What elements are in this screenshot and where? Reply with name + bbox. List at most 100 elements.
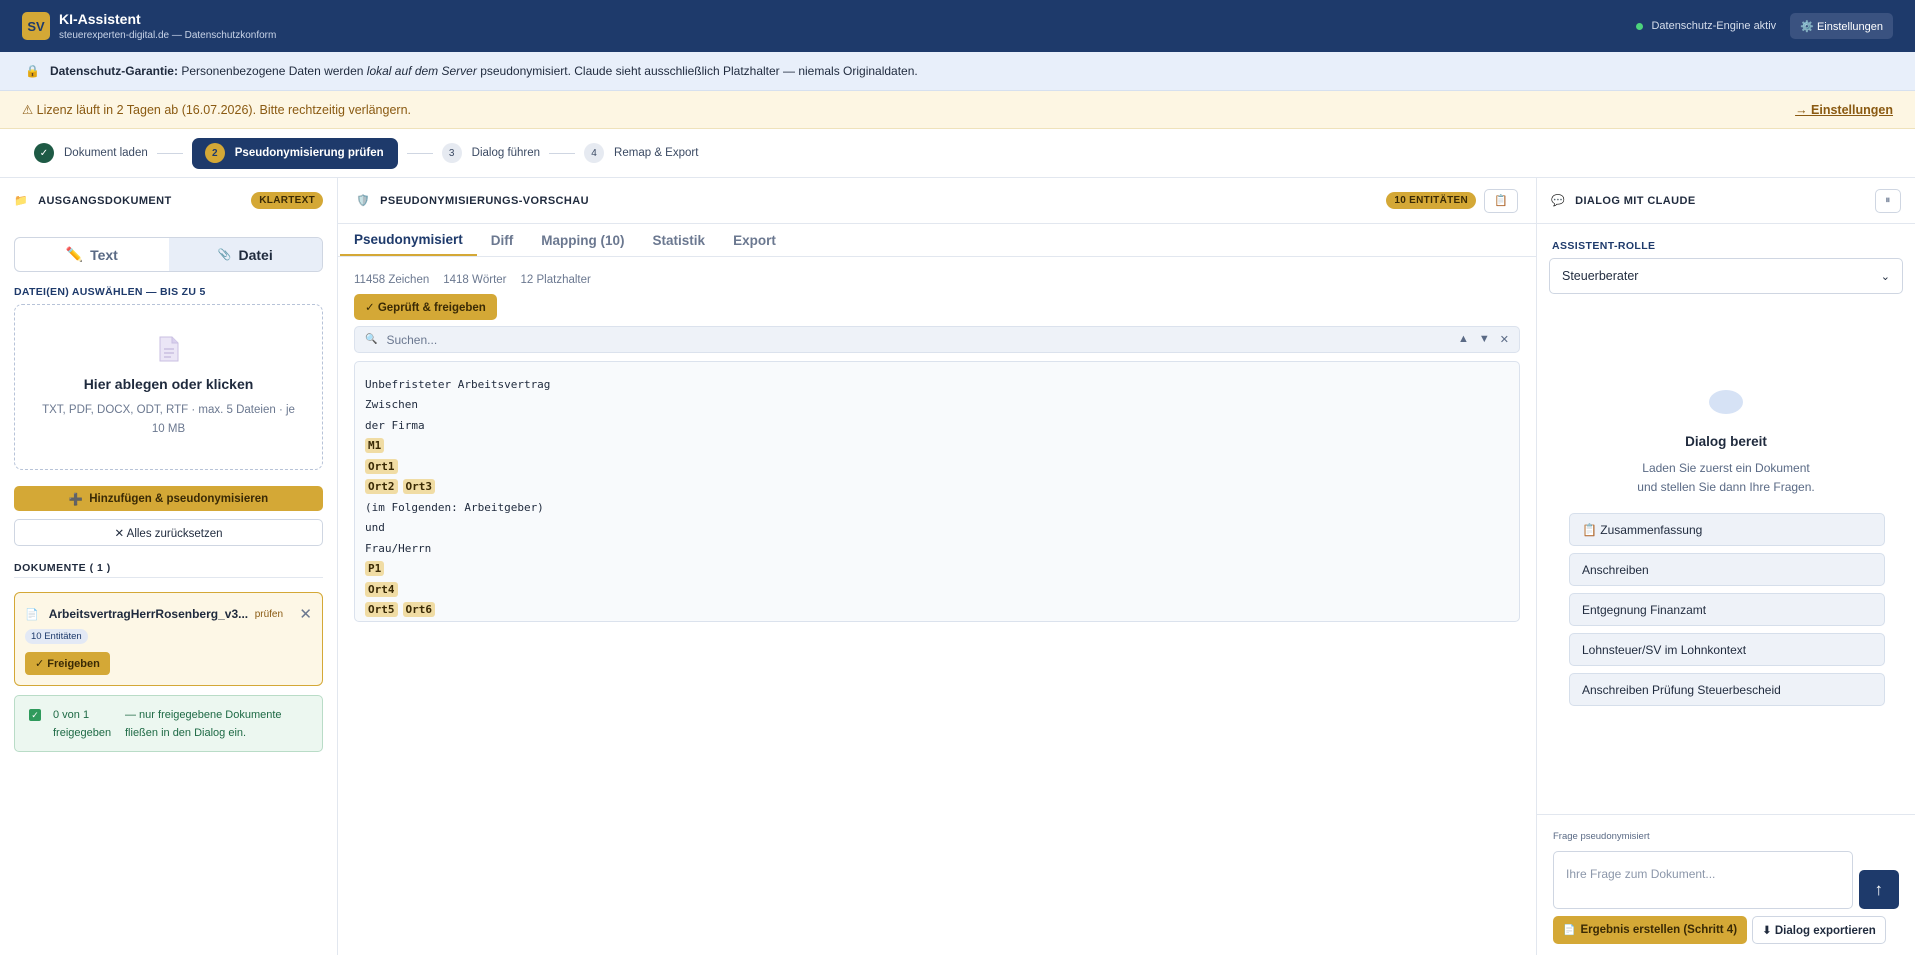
shield-icon: 🛡️ [356, 195, 371, 207]
placeholder-token: M1 [365, 438, 385, 454]
text-line: Frau/Herrn [365, 541, 432, 555]
step-1-label: Dokument laden [64, 147, 148, 159]
engine-status: Datenschutz-Engine aktiv [1636, 20, 1776, 32]
suggestion-summary[interactable]: 📋 Zusammenfassung [1569, 513, 1885, 546]
app-title: KI-Assistent [59, 11, 141, 27]
preview-panel-title: PSEUDONYMISIERUNGS-VORSCHAU [380, 194, 589, 207]
app-logo: SV [22, 12, 50, 40]
file-icon: 📄 [25, 608, 39, 621]
stepper: ✓ Dokument laden 2 Pseudonymisierung prü… [0, 129, 1915, 178]
pause-button[interactable]: ⏸ [1875, 188, 1901, 213]
clipboard-button[interactable]: 📋 [1484, 188, 1518, 213]
paperclip-icon: 📎 [217, 249, 232, 261]
plus-icon: ➕ [68, 493, 84, 506]
tab-export[interactable]: Export [719, 224, 790, 256]
role-select[interactable]: Steuerberater ⌄ [1549, 258, 1903, 294]
char-count: 11458 Zeichen [354, 274, 430, 286]
placeholder-token: Ort6 [402, 602, 435, 618]
word-count: 1418 Wörter [443, 274, 507, 286]
suggestion-tax-office-reply[interactable]: Entgegnung Finanzamt [1569, 593, 1885, 626]
speech-bubble-icon [1709, 390, 1743, 414]
suggestion-letter[interactable]: Anschreiben [1569, 553, 1885, 586]
send-button[interactable]: ↑ [1858, 870, 1899, 909]
search-icon: 🔍 [365, 334, 378, 345]
prev-match-icon[interactable]: ▲ [1458, 333, 1469, 346]
clipboard-icon: 📋 [1493, 195, 1509, 207]
entities-badge: 10 ENTITÄTEN [1386, 192, 1476, 209]
text-stats: 11458 Zeichen 1418 Wörter 12 Platzhalter [354, 274, 1520, 286]
text-line: und [365, 521, 385, 535]
approve-button[interactable]: ✓ Freigeben [25, 652, 110, 675]
dialog-ready-title: Dialog bereit [1685, 434, 1767, 449]
chevron-down-icon: ⌄ [1880, 270, 1890, 283]
approval-info: ✓ 0 von 1 freigegeben — nur freigegebene… [14, 695, 323, 752]
create-result-label: Ergebnis erstellen (Schritt 4) [1580, 924, 1738, 936]
privacy-text-1: Personenbezogene Daten werden [177, 64, 367, 78]
close-icon[interactable]: ✕ [299, 605, 312, 623]
step-3-label: Dialog führen [471, 147, 541, 159]
next-match-icon[interactable]: ▼ [1479, 333, 1490, 346]
step-divider [549, 152, 576, 154]
dialog-panel-title: DIALOG MIT CLAUDE [1575, 194, 1696, 207]
privacy-bold: Datenschutz-Garantie: [49, 64, 178, 78]
search-input[interactable]: Suchen... [386, 333, 437, 347]
tab-statistics[interactable]: Statistik [639, 224, 720, 256]
tab-text[interactable]: ✏️ Text [15, 238, 169, 271]
step-2-label: Pseudonymisierung prüfen [234, 147, 384, 159]
suggestion-tax-assessment-review[interactable]: Anschreiben Prüfung Steuerbescheid [1569, 673, 1885, 706]
checked-approve-button[interactable]: ✓ Geprüft & freigeben [354, 294, 497, 320]
placeholder-token: Ort4 [365, 581, 398, 597]
export-dialog-button[interactable]: ⬇ Dialog exportieren [1752, 916, 1886, 944]
license-text: ⚠ Lizenz läuft in 2 Tagen ab (16.07.2026… [22, 103, 411, 117]
preview-panel-header: 🛡️ PSEUDONYMISIERUNGS-VORSCHAU 10 ENTITÄ… [338, 178, 1536, 224]
license-banner: ⚠ Lizenz läuft in 2 Tagen ab (16.07.2026… [0, 91, 1915, 129]
tab-pseudonymized[interactable]: Pseudonymisiert [340, 224, 477, 256]
step-4-number: 4 [584, 143, 605, 163]
create-result-button[interactable]: 📄 Ergebnis erstellen (Schritt 4) [1553, 916, 1748, 944]
source-panel: 📁 AUSGANGSDOKUMENT KLARTEXT ✏️ Text 📎 Date… [0, 178, 338, 955]
step-1[interactable]: ✓ Dokument laden [34, 143, 148, 163]
text-line: Zwischen [365, 398, 418, 412]
app-subtitle: steuerexperten-digital.de — Datenschutzk… [59, 30, 277, 41]
license-settings-link[interactable]: → Einstellungen [1795, 103, 1893, 117]
tab-mapping[interactable]: Mapping (10) [527, 224, 638, 256]
step-2[interactable]: 2 Pseudonymisierung prüfen [191, 137, 398, 169]
pencil-icon: ✏️ [65, 246, 84, 262]
tab-diff[interactable]: Diff [477, 224, 528, 256]
placeholder-token: Ort5 [365, 602, 398, 618]
question-label: Frage pseudonymisiert [1553, 831, 1650, 842]
tab-file[interactable]: 📎 Datei [168, 238, 322, 271]
dialog-empty-state: Dialog bereit Laden Sie zuerst ein Dokum… [1537, 390, 1915, 497]
folder-icon: 📁 [14, 195, 29, 207]
privacy-banner: 🔒 Datenschutz-Garantie: Personenbezogene… [0, 52, 1915, 91]
step-2-number: 2 [204, 143, 225, 163]
dialog-hint-line-2: und stellen Sie dann Ihre Fragen. [1637, 480, 1815, 494]
plaintext-badge: KLARTEXT [251, 192, 323, 209]
question-input[interactable]: Ihre Frage zum Dokument... [1553, 851, 1853, 909]
file-dropzone[interactable]: Hier ablegen oder klicken TXT, PDF, DOCX… [14, 304, 323, 470]
question-composer: Frage pseudonymisiert Ihre Frage zum Dok… [1537, 814, 1915, 944]
clear-search-icon[interactable]: ✕ [1500, 333, 1509, 346]
pause-icon: ⏸ [1885, 195, 1891, 206]
step-3[interactable]: 3 Dialog führen [441, 143, 541, 163]
step-1-check-icon: ✓ [34, 143, 54, 163]
file-select-label: DATEI(EN) AUSWÄHLEN — BIS ZU 5 [14, 286, 206, 298]
document-icon: 📄 [1563, 924, 1576, 936]
text-line: (im Folgenden: Arbeitgeber) [365, 500, 544, 514]
step-4[interactable]: 4 Remap & Export [584, 143, 698, 163]
search-bar[interactable]: 🔍 Suchen... ▲ ▼ ✕ [354, 326, 1520, 353]
settings-button[interactable]: ⚙️ Einstellungen [1790, 13, 1893, 39]
placeholder-count: 12 Platzhalter [520, 274, 591, 286]
privacy-text: Datenschutz-Garantie: Personenbezogene D… [50, 64, 918, 78]
input-mode-tabs: ✏️ Text 📎 Datei [14, 237, 323, 272]
dialog-panel-header: 💬 DIALOG MIT CLAUDE ⏸ [1537, 178, 1915, 224]
dialog-ready-hint: Laden Sie zuerst ein Dokument und stelle… [1537, 459, 1915, 497]
preview-panel: 🛡️ PSEUDONYMISIERUNGS-VORSCHAU 10 ENTITÄ… [338, 178, 1537, 955]
step-3-number: 3 [441, 143, 462, 163]
add-pseudonymize-button[interactable]: ➕ Hinzufügen & pseudonymisieren [14, 486, 323, 511]
suggestion-payroll-tax[interactable]: Lohnsteuer/SV im Lohnkontext [1569, 633, 1885, 666]
document-card[interactable]: 📄 ArbeitsvertragHerrRosenberg_v3... prüf… [14, 592, 323, 686]
tab-file-label: Datei [238, 246, 273, 263]
role-select-value: Steuerberater [1562, 269, 1639, 283]
reset-all-button[interactable]: ✕ Alles zurücksetzen [14, 519, 323, 546]
